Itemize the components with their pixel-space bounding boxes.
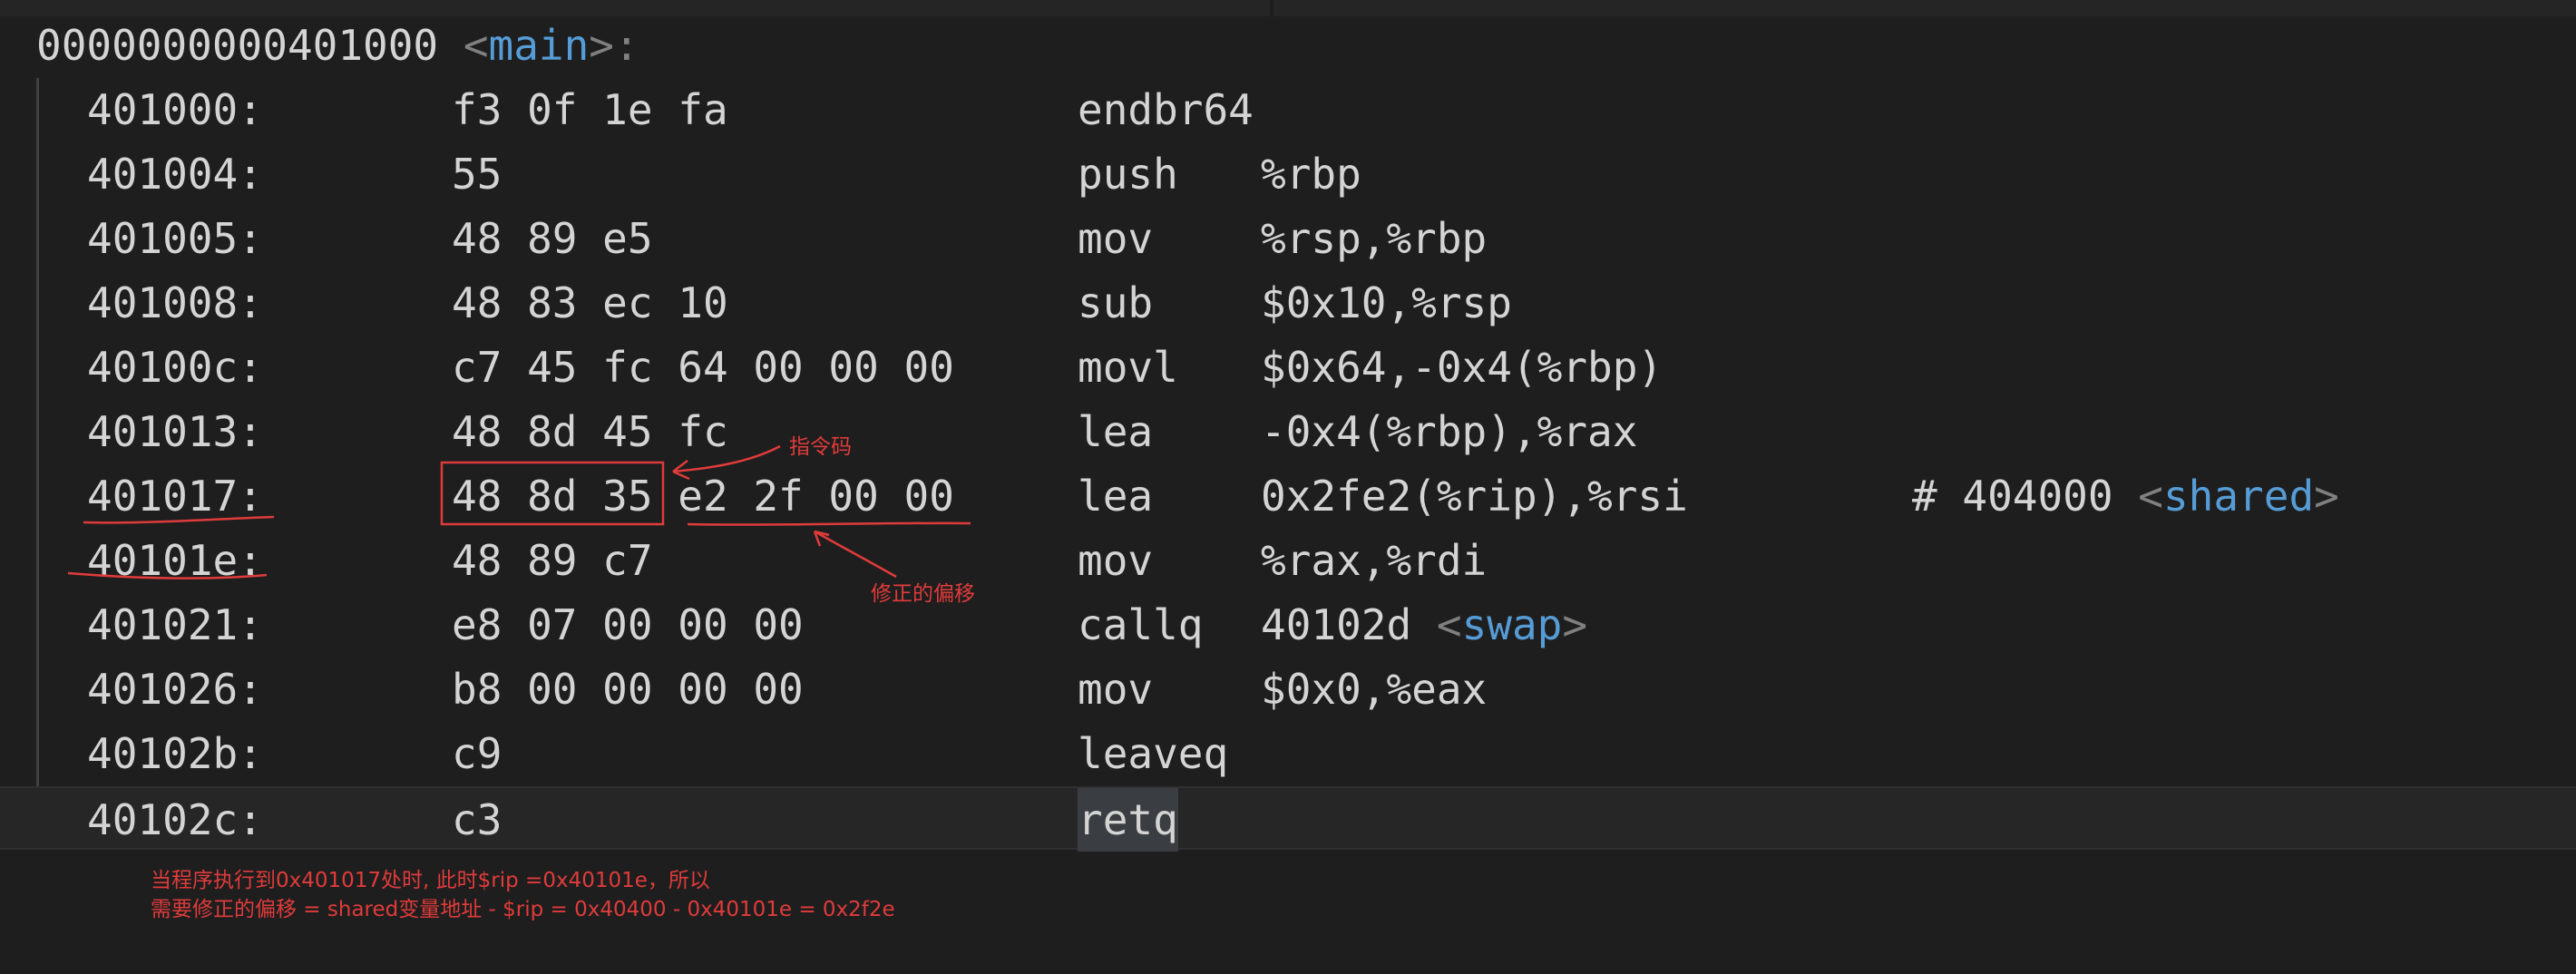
instruction-address: 40100c: bbox=[87, 343, 263, 392]
symbol-close-bracket: > bbox=[1562, 600, 1588, 649]
instruction-comment: # 404000 <shared> bbox=[1912, 464, 2339, 528]
instruction-mnemonic: leaveq bbox=[1078, 729, 1229, 778]
instruction-mnemonic: lea bbox=[1078, 472, 1154, 521]
comment-symbol: shared bbox=[2162, 472, 2315, 521]
offset-annotation: 修正的偏移 bbox=[871, 582, 975, 606]
disasm-row: 401008: 48 83 ec 10 sub $0x10,%rsp bbox=[0, 271, 2576, 335]
instruction-bytes: c9 bbox=[452, 729, 503, 778]
instruction-operands: 0x2fe2(%rip),%rsi bbox=[1261, 464, 1688, 528]
disasm-row: 401004: 55 push %rbp bbox=[0, 142, 2576, 206]
comment-text: # 404000 bbox=[1912, 472, 2113, 521]
instruction-mnemonic: push bbox=[1078, 150, 1178, 199]
operand-text: %rax,%rdi bbox=[1261, 536, 1488, 585]
instruction-mnemonic: sub bbox=[1078, 278, 1154, 327]
instruction-address: 401000: bbox=[87, 85, 263, 134]
operand-text: 40102d bbox=[1261, 600, 1412, 649]
instruction-address: 401004: bbox=[87, 150, 263, 199]
instruction-address: 401013: bbox=[87, 407, 263, 456]
instruction-mnemonic: movl bbox=[1078, 343, 1178, 392]
operand-text: 0x2fe2(%rip),%rsi bbox=[1261, 472, 1688, 521]
operand-symbol: swap bbox=[1461, 600, 1563, 649]
function-name: main bbox=[488, 21, 590, 70]
disasm-row: 401005: 48 89 e5 mov %rsp,%rbp bbox=[0, 207, 2576, 270]
disasm-row: 401013: 48 8d 45 fc lea -0x4(%rbp),%rax bbox=[0, 400, 2576, 463]
symbol-open-bracket: < bbox=[2138, 472, 2163, 521]
instruction-operands: $0x0,%eax bbox=[1261, 657, 1487, 721]
instruction-operands: $0x64,-0x4(%rbp) bbox=[1261, 336, 1663, 399]
instruction-operands: %rax,%rdi bbox=[1261, 529, 1487, 592]
opcode-annotation: 指令码 bbox=[789, 435, 852, 459]
note-line-2: 需要修正的偏移 = shared变量地址 - $rip = 0x40400 - … bbox=[151, 898, 895, 921]
instruction-bytes: c3 bbox=[452, 795, 503, 844]
instruction-bytes: 48 89 e5 bbox=[452, 214, 653, 263]
disasm-row: 401021: e8 07 00 00 00 callq 40102d <swap> bbox=[0, 593, 2576, 657]
instruction-mnemonic: lea bbox=[1078, 407, 1154, 456]
operand-text: %rsp,%rbp bbox=[1261, 214, 1488, 263]
instruction-address: 401026: bbox=[87, 665, 263, 714]
instruction-address: 401005: bbox=[87, 214, 263, 263]
operand-text: %rbp bbox=[1261, 150, 1361, 199]
instruction-bytes: 48 8d 45 fc bbox=[452, 407, 728, 456]
operand-text: -0x4(%rbp),%rax bbox=[1261, 407, 1638, 456]
top-bar-right bbox=[1273, 0, 2576, 16]
disasm-row: 401026: b8 00 00 00 00 mov $0x0,%eax bbox=[0, 657, 2576, 721]
note-line-1: 当程序执行到0x401017处时, 此时$rip =0x40101e，所以 bbox=[151, 869, 710, 892]
instruction-operands: 40102d <swap> bbox=[1261, 593, 1587, 657]
symbol-open-bracket: < bbox=[1436, 600, 1462, 649]
disasm-row: 40102c: c3 retq bbox=[0, 786, 2576, 852]
function-address: 0000000000401000 bbox=[36, 21, 439, 70]
disasm-row: 401000: f3 0f 1e fa endbr64 bbox=[0, 78, 2576, 141]
instruction-bytes: 55 bbox=[452, 150, 503, 199]
instruction-mnemonic: mov bbox=[1078, 536, 1154, 585]
operand-text: $0x10,%rsp bbox=[1261, 278, 1512, 327]
top-bar-left bbox=[0, 0, 1270, 16]
disasm-row: 40102b: c9 leaveq bbox=[0, 722, 2576, 785]
instruction-address: 401008: bbox=[87, 278, 263, 327]
operand-text: $0x0,%eax bbox=[1261, 665, 1488, 714]
function-header: 0000000000401000 <main>: bbox=[36, 16, 639, 74]
instruction-bytes: 48 83 ec 10 bbox=[452, 278, 728, 327]
instruction-address: 40102c: bbox=[87, 795, 263, 844]
instruction-bytes: 48 8d 35 e2 2f 00 00 bbox=[452, 472, 954, 521]
instruction-mnemonic: endbr64 bbox=[1078, 85, 1254, 134]
disasm-row: 40100c: c7 45 fc 64 00 00 00 movl $0x64,-0x… bbox=[0, 336, 2576, 399]
instruction-bytes: f3 0f 1e fa bbox=[452, 85, 728, 134]
instruction-operands: %rbp bbox=[1261, 142, 1361, 206]
symbol-close-bracket: >: bbox=[589, 21, 639, 70]
instruction-address: 40102b: bbox=[87, 729, 263, 778]
instruction-address: 401017: bbox=[87, 472, 263, 521]
operand-text: $0x64,-0x4(%rbp) bbox=[1261, 343, 1664, 392]
symbol-open-bracket: < bbox=[463, 21, 489, 70]
instruction-operands: %rsp,%rbp bbox=[1261, 207, 1487, 270]
disasm-row: 401017: 48 8d 35 e2 2f 00 00 lea 0x2fe2(%ri… bbox=[0, 464, 2576, 528]
instruction-bytes: 48 89 c7 bbox=[452, 536, 653, 585]
instruction-mnemonic: mov bbox=[1078, 665, 1154, 714]
instruction-mnemonic: mov bbox=[1078, 214, 1154, 263]
instruction-mnemonic: retq bbox=[1078, 788, 1178, 852]
editor-top-bar bbox=[0, 0, 2576, 16]
instruction-operands: -0x4(%rbp),%rax bbox=[1261, 400, 1637, 463]
symbol-close-bracket: > bbox=[2314, 472, 2339, 521]
instruction-bytes: b8 00 00 00 00 bbox=[452, 665, 804, 714]
instruction-mnemonic: callq bbox=[1078, 600, 1204, 649]
instruction-bytes: e8 07 00 00 00 bbox=[452, 600, 804, 649]
instruction-address: 401021: bbox=[87, 600, 263, 649]
disasm-row: 40101e: 48 89 c7 mov %rax,%rdi bbox=[0, 529, 2576, 592]
instruction-bytes: c7 45 fc 64 00 00 00 bbox=[452, 343, 954, 392]
instruction-operands: $0x10,%rsp bbox=[1261, 271, 1512, 335]
instruction-address: 40101e: bbox=[87, 536, 263, 585]
